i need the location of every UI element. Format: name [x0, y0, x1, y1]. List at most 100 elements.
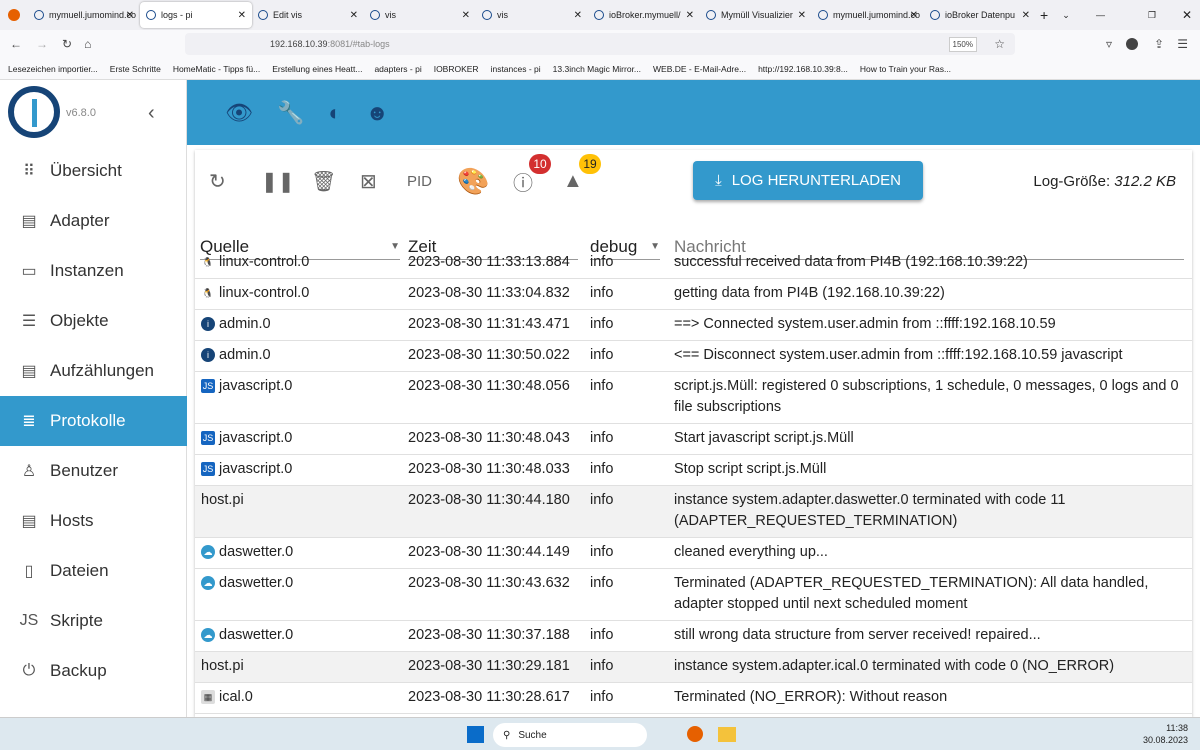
bookmark-item[interactable]: How to Train your Ras... — [860, 64, 951, 74]
sidebar-item-benutzer[interactable]: ♙ Benutzer — [0, 446, 187, 496]
table-row[interactable]: host.pi 2023-08-30 11:30:44.180 info instan… — [195, 486, 1192, 538]
bookmark-item[interactable]: Erste Schritte — [110, 64, 161, 74]
clock[interactable]: 11:38 30.08.2023 — [1143, 722, 1188, 746]
collapse-sidebar-button[interactable]: ‹ — [148, 102, 155, 125]
close-tab-icon[interactable]: ✕ — [1022, 10, 1030, 21]
minimize-button[interactable]: — — [1096, 10, 1105, 20]
source: daswetter.0 — [219, 544, 294, 560]
url-bar[interactable]: 192.168.10.39:8081/#tab-logs 150% ☆ — [185, 33, 1015, 55]
pid-button[interactable]: PID — [407, 166, 432, 196]
nav-icon: ⏻ — [22, 662, 36, 679]
sidebar-item-aufzählungen[interactable]: ▤ Aufzählungen — [0, 346, 187, 396]
browser-tab[interactable]: vis ✕ — [476, 2, 588, 28]
version: v6.8.0 — [66, 107, 96, 119]
browser-tab[interactable]: mymuell.jumomind.co ✕ — [812, 2, 924, 28]
close-window-button[interactable]: ✕ — [1182, 8, 1192, 22]
sidebar-item-protokolle[interactable]: ≣ Protokolle — [0, 396, 187, 446]
zoom-level[interactable]: 150% — [948, 37, 977, 52]
bookmark-star-icon[interactable]: ☆ — [994, 37, 1005, 51]
level-cell: info — [590, 316, 614, 332]
sidebar-item-objekte[interactable]: ☰ Objekte — [0, 296, 187, 346]
level-cell: info — [590, 254, 614, 270]
log-size-label: Log-Größe: — [1033, 173, 1111, 190]
sidebar-item-hosts[interactable]: ▤ Hosts — [0, 496, 187, 546]
nav-label: Instanzen — [50, 261, 124, 280]
table-row[interactable]: ▦ ical.0 2023-08-30 11:30:28.617 info Termin… — [195, 683, 1192, 714]
close-tab-icon[interactable]: ✕ — [798, 10, 806, 21]
sidebar-item-skripte[interactable]: JS Skripte — [0, 596, 187, 646]
eye-icon[interactable]: 👁 — [225, 100, 253, 126]
sidebar-item-übersicht[interactable]: ⠿ Übersicht — [0, 146, 187, 196]
table-row[interactable]: ☁ daswetter.0 2023-08-30 11:30:43.632 info T… — [195, 569, 1192, 621]
browser-tab[interactable]: ioBroker Datenpu ✕ — [924, 2, 1036, 28]
tab-list-icon[interactable]: ⌄ — [1062, 10, 1070, 21]
bookmark-item[interactable]: adapters - pi — [374, 64, 421, 74]
table-row[interactable]: i admin.0 2023-08-30 11:31:43.471 info ==> C… — [195, 310, 1192, 341]
bookmark-item[interactable]: Erstellung eines Heatt... — [272, 64, 362, 74]
source-cell: ☁ daswetter.0 — [195, 573, 408, 615]
warning-filter-icon[interactable]: ▲ 19 — [563, 154, 601, 196]
table-row[interactable]: host.pi 2023-08-30 11:30:29.181 info instan… — [195, 652, 1192, 683]
browser-tab[interactable]: Mymüll Visualizier ✕ — [700, 2, 812, 28]
error-filter-icon[interactable]: ⓘ 10 — [513, 154, 551, 196]
table-row[interactable]: ☁ daswetter.0 2023-08-30 11:30:44.149 info c… — [195, 538, 1192, 569]
table-row[interactable]: JS javascript.0 2023-08-30 11:30:48.056 inf… — [195, 372, 1192, 424]
home-icon[interactable]: ⌂ — [84, 37, 91, 51]
expert-mode-icon[interactable]: ☻ — [366, 100, 389, 126]
bookmark-item[interactable]: IOBROKER — [434, 64, 479, 74]
pause-icon[interactable]: ❚❚ — [261, 166, 295, 196]
browser-tab[interactable]: vis ✕ — [364, 2, 476, 28]
close-tab-icon[interactable]: ✕ — [126, 10, 134, 21]
theme-icon[interactable]: ◐ — [328, 100, 341, 126]
close-tab-icon[interactable]: ✕ — [238, 10, 246, 21]
table-row[interactable]: JS javascript.0 2023-08-30 11:30:48.043 inf… — [195, 424, 1192, 455]
taskbar-search[interactable]: ⚲ Suche — [493, 723, 647, 747]
pocket-icon[interactable]: ▿ — [1106, 37, 1112, 51]
app-header: 👁 🔧 ◐ ☻ — [187, 80, 1200, 145]
extensions-icon[interactable]: ⇪ — [1154, 37, 1164, 51]
menu-icon[interactable]: ☰ — [1177, 37, 1188, 51]
nav-icon: ▯ — [24, 563, 34, 580]
bookmark-item[interactable]: instances - pi — [491, 64, 541, 74]
start-icon[interactable] — [467, 726, 484, 743]
download-log-button[interactable]: ⤓ LOG HERUNTERLADEN — [693, 161, 923, 200]
close-tab-icon[interactable]: ✕ — [462, 10, 470, 21]
browser-tab[interactable]: ioBroker.mymuell/ ✕ — [588, 2, 700, 28]
time-cell: 2023-08-30 11:33:13.884 — [408, 254, 570, 270]
reload-icon[interactable]: ↻ — [62, 37, 72, 51]
restore-button[interactable]: ❐ — [1148, 10, 1156, 21]
explorer-icon[interactable] — [718, 727, 736, 742]
sidebar-item-instanzen[interactable]: ▭ Instanzen — [0, 246, 187, 296]
browser-tab[interactable]: Edit vis ✕ — [252, 2, 364, 28]
close-tab-icon[interactable]: ✕ — [686, 10, 694, 21]
refresh-icon[interactable]: ↻ — [209, 166, 226, 196]
palette-icon[interactable]: 🎨 — [457, 166, 489, 196]
close-tab-icon[interactable]: ✕ — [574, 10, 582, 21]
forward-icon[interactable]: → — [36, 37, 48, 51]
table-row[interactable]: 🐧 linux-control.0 2023-08-30 11:33:04.832 i… — [195, 279, 1192, 310]
table-row[interactable]: ☁ daswetter.0 2023-08-30 11:30:37.188 info s… — [195, 621, 1192, 652]
back-icon[interactable]: ← — [10, 37, 22, 51]
table-row[interactable]: JS javascript.0 2023-08-30 11:30:48.033 inf… — [195, 455, 1192, 486]
firefox-taskbar-icon[interactable] — [687, 726, 703, 742]
bookmark-item[interactable]: HomeMatic - Tipps fü... — [173, 64, 260, 74]
sidebar-item-backup[interactable]: ⏻ Backup — [0, 646, 187, 696]
close-tab-icon[interactable]: ✕ — [910, 10, 918, 21]
close-tab-icon[interactable]: ✕ — [350, 10, 358, 21]
new-tab-button[interactable]: + — [1040, 7, 1048, 23]
browser-tab[interactable]: logs - pi ✕ — [140, 2, 252, 28]
sidebar-item-adapter[interactable]: ▤ Adapter — [0, 196, 187, 246]
delete-icon[interactable]: 🗑 — [311, 166, 336, 196]
bookmark-item[interactable]: http://192.168.10.39:8... — [758, 64, 848, 74]
profile-icon[interactable] — [1126, 38, 1138, 50]
browser-tab[interactable]: mymuell.jumomind.co ✕ — [28, 2, 140, 28]
wrench-icon[interactable]: 🔧 — [277, 100, 304, 126]
table-row[interactable]: 🐧 linux-control.0 2023-08-30 11:33:13.884 i… — [195, 248, 1192, 279]
clear-log-icon[interactable]: ⊠ — [360, 166, 377, 196]
bookmark-item[interactable]: Lesezeichen importier... — [8, 64, 98, 74]
table-row[interactable]: i admin.0 2023-08-30 11:30:50.022 info <== D… — [195, 341, 1192, 372]
nav-label: Übersicht — [50, 161, 122, 180]
sidebar-item-dateien[interactable]: ▯ Dateien — [0, 546, 187, 596]
bookmark-item[interactable]: 13.3inch Magic Mirror... — [553, 64, 641, 74]
bookmark-item[interactable]: WEB.DE - E-Mail-Adre... — [653, 64, 746, 74]
